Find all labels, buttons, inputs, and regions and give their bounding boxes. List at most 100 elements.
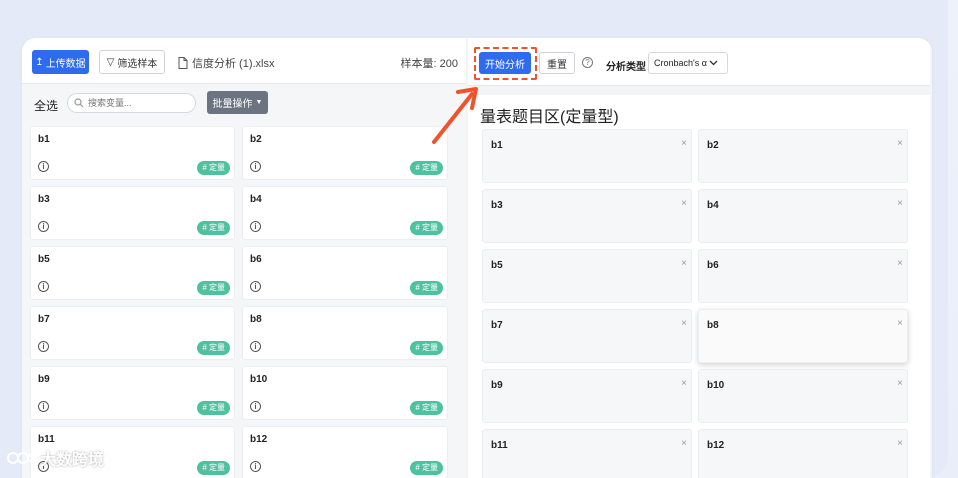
variable-subbar: 全选 批量操作 ▼	[22, 88, 466, 122]
quantitative-tag: # 定量	[410, 401, 443, 415]
scale-item-name: b9	[491, 380, 503, 391]
sample-count: 样本量: 200	[400, 58, 458, 70]
scale-item-card[interactable]: b5 ×	[482, 249, 692, 303]
scale-item-name: b5	[491, 260, 503, 271]
variable-card[interactable]: b8 i # 定量	[242, 306, 448, 360]
scale-item-card[interactable]: b10 ×	[698, 369, 908, 423]
close-icon[interactable]: ×	[681, 138, 687, 149]
quantitative-tag: # 定量	[410, 281, 443, 295]
close-icon[interactable]: ×	[897, 138, 903, 149]
upload-label: 上传数据	[45, 58, 86, 70]
quantitative-tag: # 定量	[197, 341, 230, 355]
file-name-text: 信度分析 (1).xlsx	[192, 58, 275, 70]
analysis-type-value: Cronbach's α	[654, 58, 707, 68]
variable-name: b12	[250, 434, 268, 445]
file-icon	[178, 57, 188, 69]
file-name: 信度分析 (1).xlsx	[178, 55, 275, 71]
variable-card[interactable]: b1 i # 定量	[30, 126, 235, 180]
arrow-annotation-icon	[432, 87, 478, 144]
scale-item-card[interactable]: b3 ×	[482, 189, 692, 243]
variable-name: b2	[250, 134, 262, 145]
variable-name: b9	[38, 374, 50, 385]
caret-down-icon: ▼	[255, 99, 263, 106]
scale-item-name: b4	[707, 200, 719, 211]
analysis-type-select[interactable]: Cronbach's α	[648, 52, 728, 74]
search-icon	[74, 98, 84, 108]
variable-card[interactable]: b5 i # 定量	[30, 246, 235, 300]
info-icon[interactable]: i	[250, 221, 261, 232]
info-icon[interactable]: i	[38, 161, 49, 172]
close-icon[interactable]: ×	[897, 318, 903, 329]
watermark-text: 大数跨境	[40, 452, 105, 469]
quantitative-tag: # 定量	[197, 221, 230, 235]
search-input[interactable]	[88, 98, 188, 108]
upload-data-button[interactable]: ↥ 上传数据	[32, 50, 89, 74]
variable-name: b6	[250, 254, 262, 265]
info-icon[interactable]: i	[250, 461, 261, 472]
info-icon[interactable]: i	[250, 161, 261, 172]
logo-icon	[7, 452, 35, 464]
variable-card[interactable]: b12 i # 定量	[242, 426, 448, 478]
scale-item-name: b1	[491, 140, 503, 151]
scale-item-card[interactable]: b6 ×	[698, 249, 908, 303]
scale-item-card[interactable]: b7 ×	[482, 309, 692, 363]
variable-card[interactable]: b6 i # 定量	[242, 246, 448, 300]
close-icon[interactable]: ×	[897, 198, 903, 209]
scale-item-card[interactable]: b1 ×	[482, 129, 692, 183]
variable-panel: ↥ 上传数据 ▽ 筛选样本 信度分析 (1).xlsx 样本量: 200 全选	[22, 38, 466, 478]
close-icon[interactable]: ×	[897, 258, 903, 269]
info-icon[interactable]: i	[250, 341, 261, 352]
chevron-down-icon	[709, 60, 718, 66]
info-icon[interactable]: i	[38, 341, 49, 352]
quantitative-tag: # 定量	[197, 401, 230, 415]
variable-name: b3	[38, 194, 50, 205]
close-icon[interactable]: ×	[681, 378, 687, 389]
info-icon[interactable]: i	[250, 401, 261, 412]
close-icon[interactable]: ×	[681, 318, 687, 329]
quantitative-tag: # 定量	[410, 161, 443, 175]
top-toolbar: ↥ 上传数据 ▽ 筛选样本 信度分析 (1).xlsx 样本量: 200	[22, 38, 466, 84]
scale-items-area: 量表题目区(定量型) b1 × b2 × b3 × b4 × b5 × b6 × b7 × b8 × b9 × b1…	[468, 95, 930, 478]
info-icon[interactable]: i	[38, 281, 49, 292]
close-icon[interactable]: ×	[681, 258, 687, 269]
select-all-toggle[interactable]: 全选	[34, 97, 58, 114]
watermark: 大数跨境	[6, 446, 104, 470]
scale-item-card[interactable]: b9 ×	[482, 369, 692, 423]
scale-item-card[interactable]: b8 ×	[698, 309, 908, 363]
scale-item-card[interactable]: b12 ×	[698, 429, 908, 478]
reset-button[interactable]: 重置	[539, 52, 575, 74]
scale-item-card[interactable]: b4 ×	[698, 189, 908, 243]
info-icon[interactable]: i	[38, 221, 49, 232]
start-analysis-button[interactable]: 开始分析	[479, 52, 531, 74]
scale-item-name: b2	[707, 140, 719, 151]
variable-card[interactable]: b2 i # 定量	[242, 126, 448, 180]
variable-card[interactable]: b3 i # 定量	[30, 186, 235, 240]
scale-item-card[interactable]: b2 ×	[698, 129, 908, 183]
variable-name: b1	[38, 134, 50, 145]
quantitative-tag: # 定量	[410, 461, 443, 475]
quantitative-tag: # 定量	[410, 221, 443, 235]
close-icon[interactable]: ×	[681, 198, 687, 209]
variable-card[interactable]: b4 i # 定量	[242, 186, 448, 240]
variable-card[interactable]: b7 i # 定量	[30, 306, 235, 360]
close-icon[interactable]: ×	[681, 438, 687, 449]
variable-name: b7	[38, 314, 50, 325]
info-icon[interactable]: i	[38, 401, 49, 412]
close-icon[interactable]: ×	[897, 378, 903, 389]
scale-item-card[interactable]: b11 ×	[482, 429, 692, 478]
scale-item-name: b10	[707, 380, 725, 391]
variable-name: b8	[250, 314, 262, 325]
close-icon[interactable]: ×	[897, 438, 903, 449]
filter-samples-button[interactable]: ▽ 筛选样本	[99, 50, 165, 74]
variable-card[interactable]: b9 i # 定量	[30, 366, 235, 420]
info-icon[interactable]: i	[250, 281, 261, 292]
batch-actions-button[interactable]: 批量操作 ▼	[207, 91, 268, 114]
filter-icon: ▽	[106, 56, 115, 68]
variable-card[interactable]: b10 i # 定量	[242, 366, 448, 420]
analysis-type-label: 分析类型	[606, 62, 646, 73]
help-icon[interactable]: ?	[582, 57, 593, 68]
quantitative-tag: # 定量	[410, 341, 443, 355]
upload-icon: ↥	[35, 56, 44, 68]
scale-area-title: 量表题目区(定量型)	[480, 109, 619, 126]
scale-item-name: b8	[707, 320, 719, 331]
